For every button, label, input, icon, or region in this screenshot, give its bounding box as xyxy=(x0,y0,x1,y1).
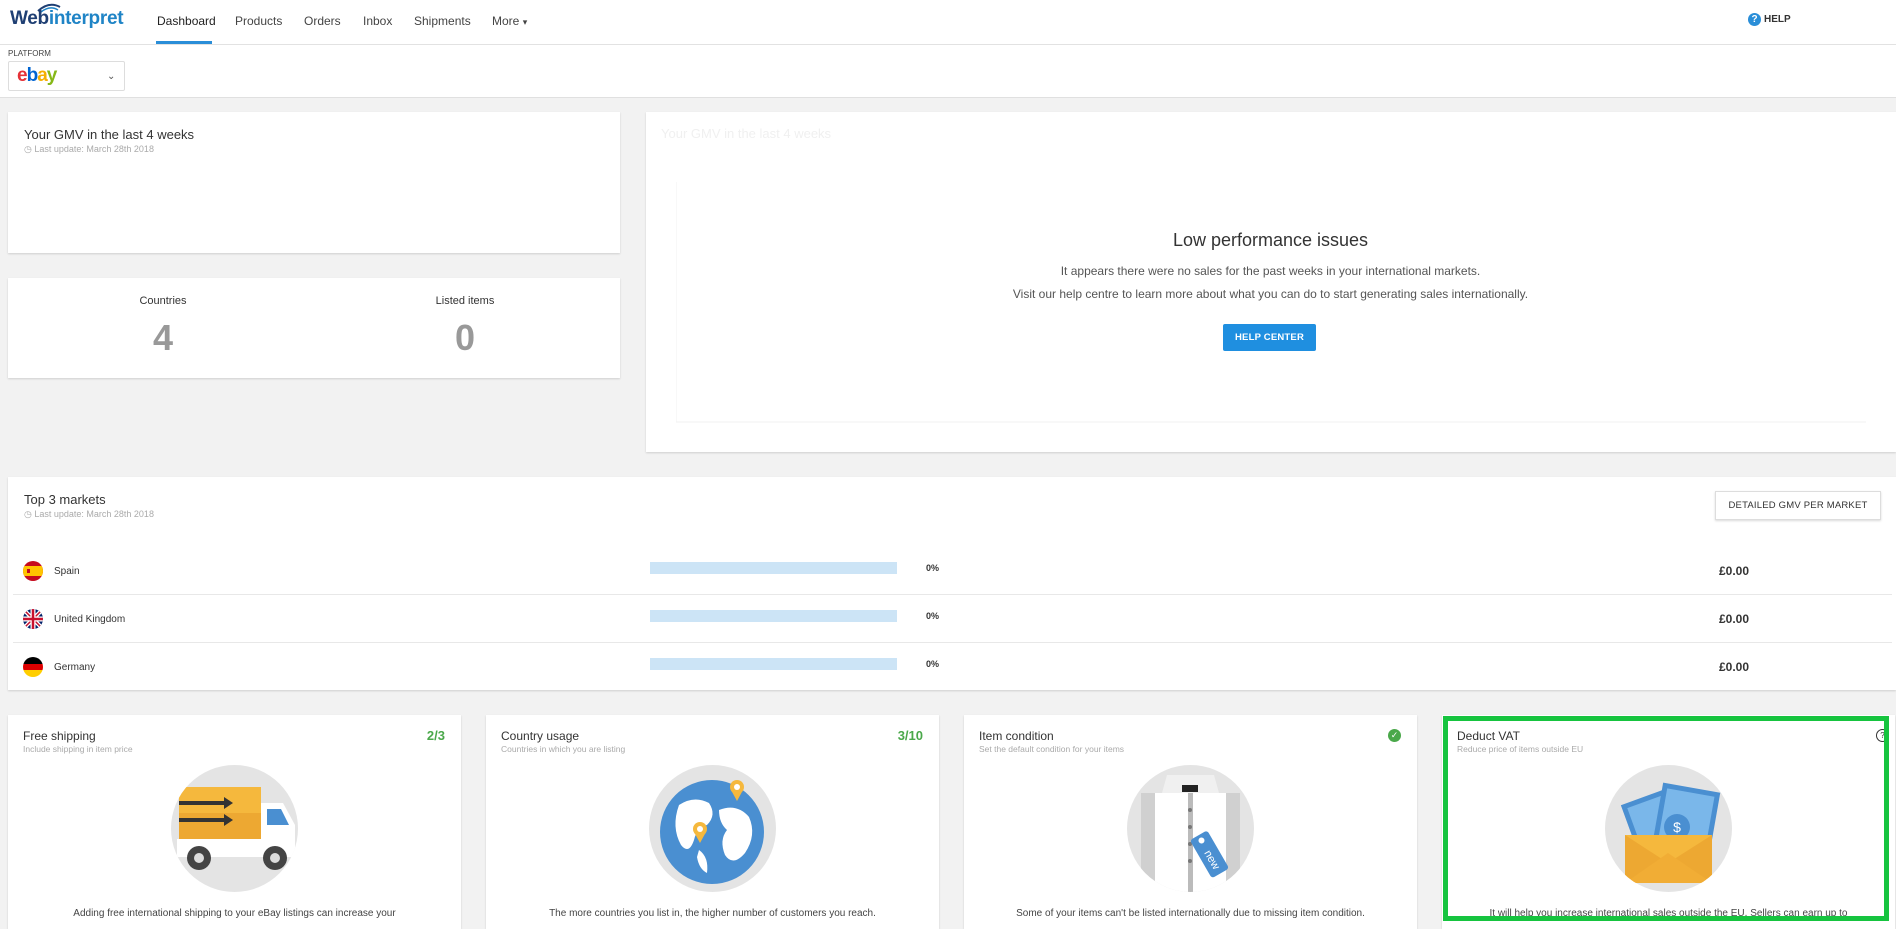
markets-last-update-text: Last update: March 28th 2018 xyxy=(34,509,154,519)
low-performance-line-1: It appears there were no sales for the p… xyxy=(1060,264,1481,278)
check-circle-icon: ✓ xyxy=(1388,729,1401,742)
low-performance-line-2: Visit our help centre to learn more abou… xyxy=(1012,287,1529,301)
card-title: Country usage xyxy=(501,729,580,743)
nav-more-dropdown[interactable]: More ▾ xyxy=(492,14,527,28)
deduct-vat-card[interactable]: Deduct VAT Reduce price of items outside… xyxy=(1442,715,1895,929)
platform-bar: PLATFORM ebay ⌄ xyxy=(0,45,1896,98)
card-title: Free shipping xyxy=(23,729,96,743)
es-flag-icon xyxy=(23,561,43,581)
de-flag-icon xyxy=(23,657,43,677)
top-markets-card: Top 3 markets ◷ Last update: March 28th … xyxy=(8,477,1896,690)
card-subtitle: Set the default condition for your items xyxy=(979,744,1125,754)
ebay-logo: ebay xyxy=(17,65,57,86)
svg-text:$: $ xyxy=(1673,819,1681,835)
webinterpret-logo[interactable]: Webinterpret xyxy=(10,8,124,30)
card-subtitle: Countries in which you are listing xyxy=(501,744,626,754)
platform-label: PLATFORM xyxy=(8,49,51,58)
card-score: 2/3 xyxy=(426,728,445,743)
help-center-button[interactable]: HELP CENTER xyxy=(1223,324,1316,351)
market-row[interactable]: Germany 0% £0.00 xyxy=(13,643,1892,690)
free-shipping-card[interactable]: Free shipping Include shipping in item p… xyxy=(8,715,461,929)
nav-products[interactable]: Products xyxy=(235,14,282,28)
envelope-money-icon: $ xyxy=(1605,765,1732,892)
nav-more-label: More xyxy=(492,14,520,28)
performance-card: Your GMV in the last 4 weeks Low perform… xyxy=(646,112,1896,452)
market-share-percent: 0% xyxy=(926,611,940,621)
top-markets-title: Top 3 markets xyxy=(24,492,106,507)
help-label: HELP xyxy=(1764,14,1791,25)
nav-orders[interactable]: Orders xyxy=(304,14,341,28)
card-score: 3/10 xyxy=(897,728,923,743)
clock-icon: ◷ xyxy=(24,509,35,519)
ghost-chart-axes xyxy=(676,182,1866,423)
logo-text-accent: interpret xyxy=(48,8,124,29)
uk-flag-icon xyxy=(23,609,43,629)
listed-items-value: 0 xyxy=(454,317,476,358)
market-amount: £0.00 xyxy=(1719,564,1750,578)
gmv-last-update-text: Last update: March 28th 2018 xyxy=(34,144,154,154)
truck-icon xyxy=(171,765,298,892)
gmv-card: Your GMV in the last 4 weeks ◷ Last upda… xyxy=(8,112,620,253)
logo-text-dark: Web xyxy=(10,8,49,29)
countries-value: 4 xyxy=(152,317,174,358)
caret-down-icon: ▾ xyxy=(522,17,528,27)
item-condition-card[interactable]: Item condition Set the default condition… xyxy=(964,715,1417,929)
market-share-bar xyxy=(650,610,897,622)
nav-inbox[interactable]: Inbox xyxy=(363,14,392,28)
stats-card: Countries 4 Listed items 0 xyxy=(8,278,620,378)
market-name: Germany xyxy=(54,662,96,673)
active-tab-indicator xyxy=(156,41,212,44)
low-performance-title: Low performance issues xyxy=(1172,230,1369,250)
market-share-percent: 0% xyxy=(926,563,940,573)
ghost-chart-title: Your GMV in the last 4 weeks xyxy=(661,126,832,141)
top-navbar: Webinterpret Dashboard Products Orders I… xyxy=(0,0,1896,45)
card-subtitle: Reduce price of items outside EU xyxy=(1457,744,1584,754)
gmv-last-update: ◷ Last update: March 28th 2018 xyxy=(24,144,154,155)
market-share-bar xyxy=(650,658,897,670)
shirt-icon: new xyxy=(1127,765,1254,892)
market-name: United Kingdom xyxy=(54,614,126,625)
card-description: The more countries you list in, the high… xyxy=(549,908,876,919)
help-link[interactable]: ? HELP xyxy=(1748,13,1791,26)
market-amount: £0.00 xyxy=(1719,660,1750,674)
market-row[interactable]: United Kingdom 0% £0.00 xyxy=(13,595,1892,643)
market-row[interactable]: Spain 0% £0.00 xyxy=(13,547,1892,595)
countries-label: Countries xyxy=(139,295,187,307)
globe-icon xyxy=(649,765,776,892)
card-description: Adding free international shipping to yo… xyxy=(73,908,396,919)
market-share-bar xyxy=(650,562,897,574)
card-description: It will help you increase international … xyxy=(1489,908,1848,919)
platform-select[interactable]: ebay ⌄ xyxy=(8,61,125,91)
chevron-down-icon: ⌄ xyxy=(107,71,116,82)
market-name: Spain xyxy=(54,566,80,577)
card-title: Item condition xyxy=(979,729,1054,743)
markets-last-update: ◷ Last update: March 28th 2018 xyxy=(24,509,154,520)
nav-shipments[interactable]: Shipments xyxy=(414,14,471,28)
gmv-card-title: Your GMV in the last 4 weeks xyxy=(24,127,195,142)
card-description: Some of your items can't be listed inter… xyxy=(1016,908,1365,919)
clock-icon: ◷ xyxy=(24,144,35,154)
help-icon: ? xyxy=(1748,13,1761,26)
question-circle-icon[interactable]: ? xyxy=(1876,729,1889,742)
market-share-percent: 0% xyxy=(926,659,940,669)
listed-items-label: Listed items xyxy=(435,295,495,307)
nav-dashboard[interactable]: Dashboard xyxy=(157,14,216,28)
country-usage-card[interactable]: Country usage Countries in which you are… xyxy=(486,715,939,929)
card-subtitle: Include shipping in item price xyxy=(23,744,133,754)
market-amount: £0.00 xyxy=(1719,612,1750,626)
detailed-gmv-button[interactable]: DETAILED GMV PER MARKET xyxy=(1715,491,1881,520)
card-title: Deduct VAT xyxy=(1457,729,1520,743)
